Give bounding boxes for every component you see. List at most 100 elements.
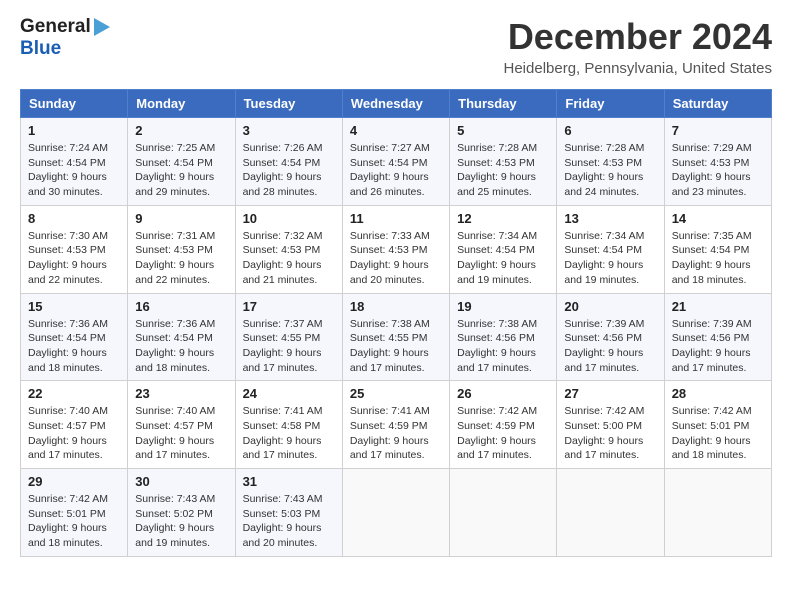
day-number: 18 (350, 299, 442, 314)
calendar-cell: 17 Sunrise: 7:37 AMSunset: 4:55 PMDayligh… (235, 293, 342, 381)
day-info: Sunrise: 7:31 AMSunset: 4:53 PMDaylight:… (135, 229, 227, 288)
calendar-cell: 4 Sunrise: 7:27 AMSunset: 4:54 PMDaylight… (342, 118, 449, 206)
calendar-cell: 7Sunrise: 7:29 AMSunset: 4:53 PMDaylight… (664, 118, 771, 206)
calendar-cell: 19 Sunrise: 7:38 AMSunset: 4:56 PMDayligh… (450, 293, 557, 381)
calendar-cell: 6 Sunrise: 7:28 AMSunset: 4:53 PMDaylight… (557, 118, 664, 206)
day-number: 4 (350, 123, 442, 138)
day-number: 22 (28, 386, 120, 401)
calendar-cell (557, 469, 664, 557)
calendar-cell: 18 Sunrise: 7:38 AMSunset: 4:55 PMDayligh… (342, 293, 449, 381)
weekday-header-wednesday: Wednesday (342, 90, 449, 118)
logo-general-text: General (20, 16, 91, 38)
day-info: Sunrise: 7:40 AMSunset: 4:57 PMDaylight:… (135, 404, 227, 463)
calendar-cell: 29 Sunrise: 7:42 AMSunset: 5:01 PMDayligh… (21, 469, 128, 557)
calendar-header: SundayMondayTuesdayWednesdayThursdayFrid… (21, 90, 772, 118)
day-info: Sunrise: 7:28 AMSunset: 4:53 PMDaylight:… (564, 141, 656, 200)
calendar-cell (450, 469, 557, 557)
day-number: 31 (243, 474, 335, 489)
calendar-cell (664, 469, 771, 557)
weekday-header-sunday: Sunday (21, 90, 128, 118)
day-info: Sunrise: 7:37 AMSunset: 4:55 PMDaylight:… (243, 317, 335, 376)
calendar-week-row: 22 Sunrise: 7:40 AMSunset: 4:57 PMDayligh… (21, 381, 772, 469)
calendar-cell: 3 Sunrise: 7:26 AMSunset: 4:54 PMDaylight… (235, 118, 342, 206)
calendar-cell: 16Sunrise: 7:36 AMSunset: 4:54 PMDayligh… (128, 293, 235, 381)
day-number: 15 (28, 299, 120, 314)
calendar-cell: 20Sunrise: 7:39 AMSunset: 4:56 PMDayligh… (557, 293, 664, 381)
weekday-row: SundayMondayTuesdayWednesdayThursdayFrid… (21, 90, 772, 118)
day-info: Sunrise: 7:38 AMSunset: 4:56 PMDaylight:… (457, 317, 549, 376)
calendar-cell: 31Sunrise: 7:43 AMSunset: 5:03 PMDayligh… (235, 469, 342, 557)
calendar-cell: 9Sunrise: 7:31 AMSunset: 4:53 PMDaylight… (128, 205, 235, 293)
day-info: Sunrise: 7:24 AMSunset: 4:54 PMDaylight:… (28, 141, 120, 200)
subtitle: Heidelberg, Pennsylvania, United States (504, 60, 773, 77)
calendar-cell: 15Sunrise: 7:36 AMSunset: 4:54 PMDayligh… (21, 293, 128, 381)
day-number: 29 (28, 474, 120, 489)
calendar-cell: 21Sunrise: 7:39 AMSunset: 4:56 PMDayligh… (664, 293, 771, 381)
day-info: Sunrise: 7:42 AMSunset: 5:01 PMDaylight:… (28, 492, 120, 551)
day-info: Sunrise: 7:36 AMSunset: 4:54 PMDaylight:… (135, 317, 227, 376)
day-info: Sunrise: 7:34 AMSunset: 4:54 PMDaylight:… (457, 229, 549, 288)
day-number: 14 (672, 211, 764, 226)
calendar-cell: 12 Sunrise: 7:34 AMSunset: 4:54 PMDayligh… (450, 205, 557, 293)
day-number: 12 (457, 211, 549, 226)
logo-triangle-icon (94, 18, 110, 36)
logo-blue-text: Blue (20, 38, 110, 60)
day-number: 8 (28, 211, 120, 226)
calendar-cell: 23Sunrise: 7:40 AMSunset: 4:57 PMDayligh… (128, 381, 235, 469)
calendar-cell: 13 Sunrise: 7:34 AMSunset: 4:54 PMDayligh… (557, 205, 664, 293)
day-info: Sunrise: 7:42 AMSunset: 4:59 PMDaylight:… (457, 404, 549, 463)
day-info: Sunrise: 7:32 AMSunset: 4:53 PMDaylight:… (243, 229, 335, 288)
day-number: 25 (350, 386, 442, 401)
day-info: Sunrise: 7:43 AMSunset: 5:02 PMDaylight:… (135, 492, 227, 551)
calendar-cell: 2 Sunrise: 7:25 AMSunset: 4:54 PMDaylight… (128, 118, 235, 206)
day-info: Sunrise: 7:30 AMSunset: 4:53 PMDaylight:… (28, 229, 120, 288)
day-number: 13 (564, 211, 656, 226)
title-block: December 2024 Heidelberg, Pennsylvania, … (504, 16, 773, 77)
day-info: Sunrise: 7:27 AMSunset: 4:54 PMDaylight:… (350, 141, 442, 200)
day-info: Sunrise: 7:25 AMSunset: 4:54 PMDaylight:… (135, 141, 227, 200)
calendar-cell: 1 Sunrise: 7:24 AMSunset: 4:54 PMDaylight… (21, 118, 128, 206)
day-number: 21 (672, 299, 764, 314)
day-number: 3 (243, 123, 335, 138)
day-number: 30 (135, 474, 227, 489)
weekday-header-saturday: Saturday (664, 90, 771, 118)
day-info: Sunrise: 7:42 AMSunset: 5:00 PMDaylight:… (564, 404, 656, 463)
calendar-week-row: 29 Sunrise: 7:42 AMSunset: 5:01 PMDayligh… (21, 469, 772, 557)
day-info: Sunrise: 7:35 AMSunset: 4:54 PMDaylight:… (672, 229, 764, 288)
calendar-cell: 5Sunrise: 7:28 AMSunset: 4:53 PMDaylight… (450, 118, 557, 206)
day-info: Sunrise: 7:40 AMSunset: 4:57 PMDaylight:… (28, 404, 120, 463)
day-number: 2 (135, 123, 227, 138)
calendar-cell (342, 469, 449, 557)
header: General Blue December 2024 Heidelberg, P… (20, 16, 772, 77)
calendar-body: 1 Sunrise: 7:24 AMSunset: 4:54 PMDaylight… (21, 118, 772, 557)
calendar-cell: 10 Sunrise: 7:32 AMSunset: 4:53 PMDayligh… (235, 205, 342, 293)
day-info: Sunrise: 7:34 AMSunset: 4:54 PMDaylight:… (564, 229, 656, 288)
calendar-week-row: 15 Sunrise: 7:36 AMSunset: 4:54 PMDayligh… (21, 293, 772, 381)
calendar-cell: 25 Sunrise: 7:41 AMSunset: 4:59 PMDayligh… (342, 381, 449, 469)
day-info: Sunrise: 7:38 AMSunset: 4:55 PMDaylight:… (350, 317, 442, 376)
calendar-cell: 24Sunrise: 7:41 AMSunset: 4:58 PMDayligh… (235, 381, 342, 469)
weekday-header-friday: Friday (557, 90, 664, 118)
day-number: 7 (672, 123, 764, 138)
day-number: 6 (564, 123, 656, 138)
weekday-header-tuesday: Tuesday (235, 90, 342, 118)
calendar-table: SundayMondayTuesdayWednesdayThursdayFrid… (20, 89, 772, 557)
day-info: Sunrise: 7:28 AMSunset: 4:53 PMDaylight:… (457, 141, 549, 200)
calendar-cell: 26 Sunrise: 7:42 AMSunset: 4:59 PMDayligh… (450, 381, 557, 469)
day-number: 26 (457, 386, 549, 401)
day-info: Sunrise: 7:41 AMSunset: 4:59 PMDaylight:… (350, 404, 442, 463)
day-number: 19 (457, 299, 549, 314)
day-info: Sunrise: 7:41 AMSunset: 4:58 PMDaylight:… (243, 404, 335, 463)
day-number: 1 (28, 123, 120, 138)
weekday-header-monday: Monday (128, 90, 235, 118)
calendar-cell: 8 Sunrise: 7:30 AMSunset: 4:53 PMDaylight… (21, 205, 128, 293)
calendar-week-row: 8 Sunrise: 7:30 AMSunset: 4:53 PMDaylight… (21, 205, 772, 293)
page-title: December 2024 (504, 16, 773, 58)
day-info: Sunrise: 7:26 AMSunset: 4:54 PMDaylight:… (243, 141, 335, 200)
calendar-week-row: 1 Sunrise: 7:24 AMSunset: 4:54 PMDaylight… (21, 118, 772, 206)
day-number: 17 (243, 299, 335, 314)
calendar-cell: 22 Sunrise: 7:40 AMSunset: 4:57 PMDayligh… (21, 381, 128, 469)
calendar-cell: 28Sunrise: 7:42 AMSunset: 5:01 PMDayligh… (664, 381, 771, 469)
day-info: Sunrise: 7:33 AMSunset: 4:53 PMDaylight:… (350, 229, 442, 288)
day-number: 10 (243, 211, 335, 226)
